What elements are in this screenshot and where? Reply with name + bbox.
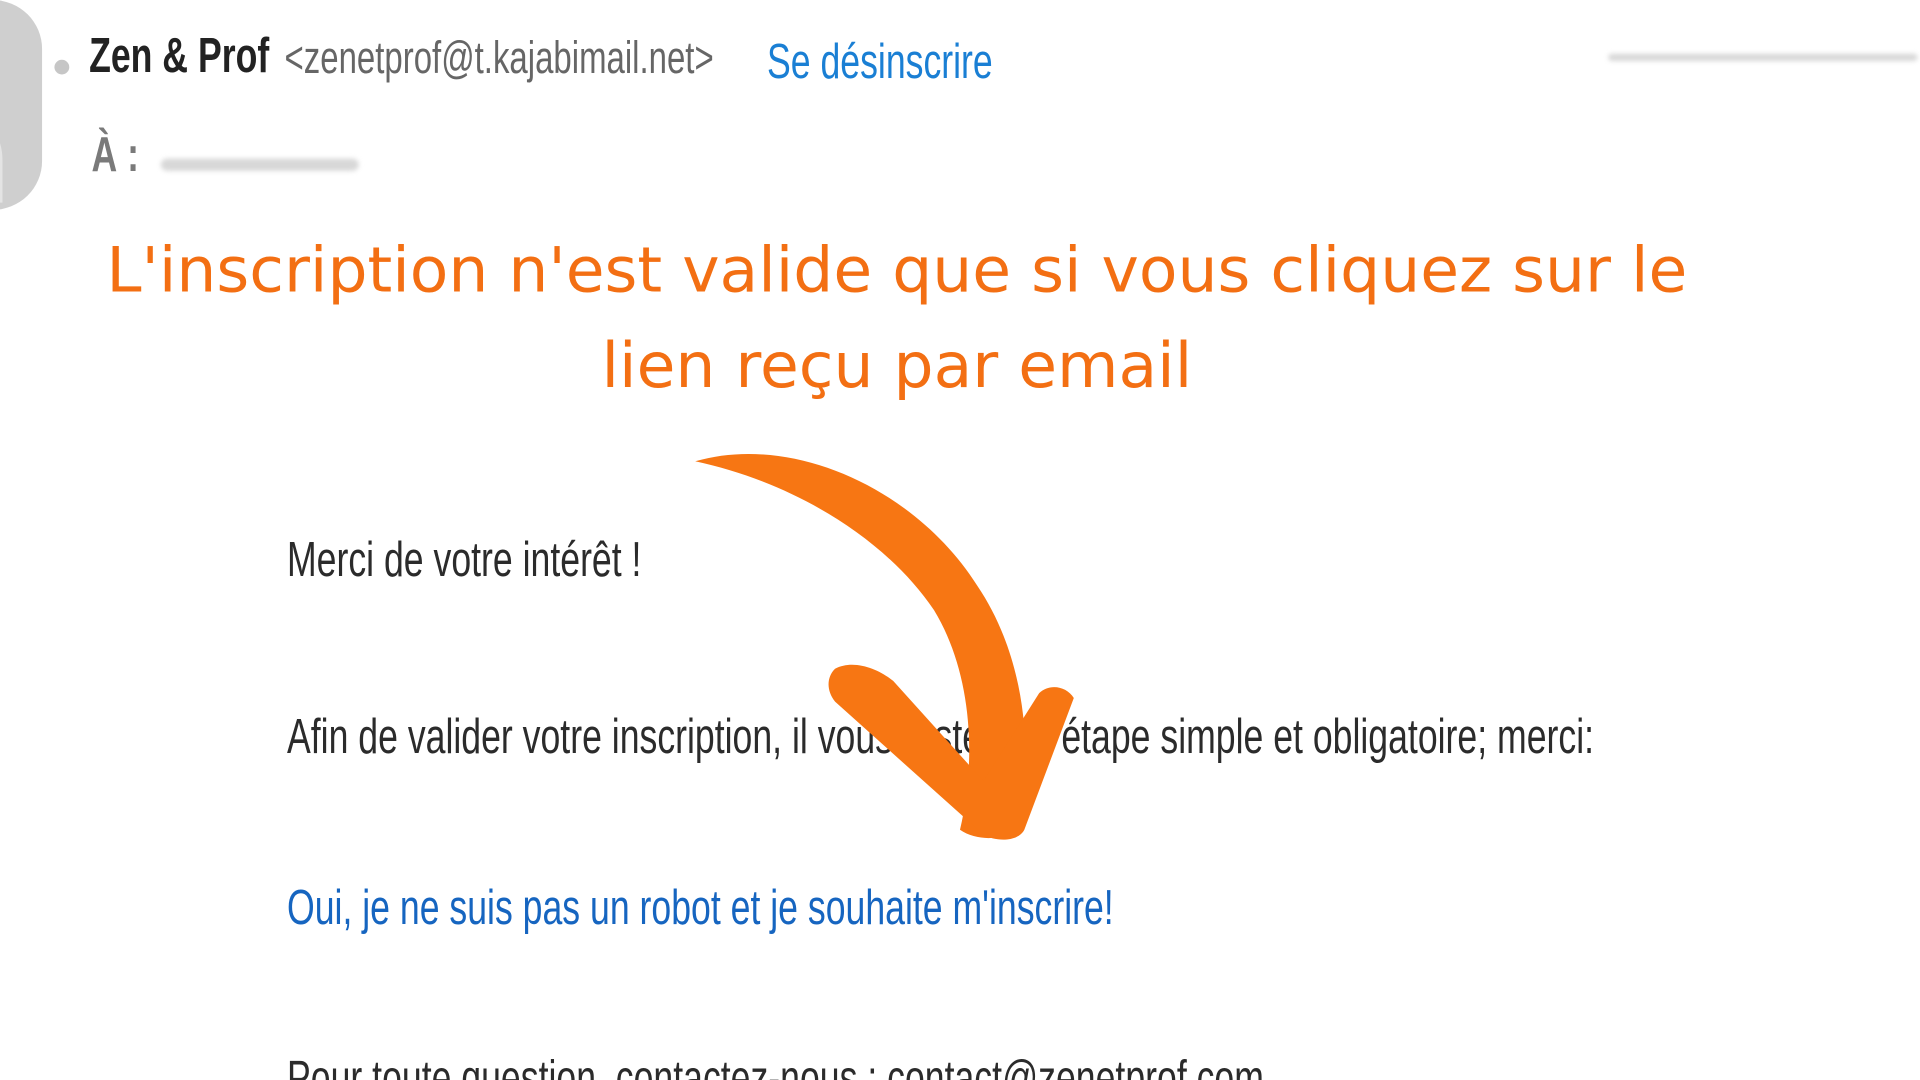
email-screenshot: Zen & Prof <zenetprof@t.kajabimail.net> … — [0, 0, 1920, 1080]
curved-arrow-down-icon — [695, 453, 1074, 840]
